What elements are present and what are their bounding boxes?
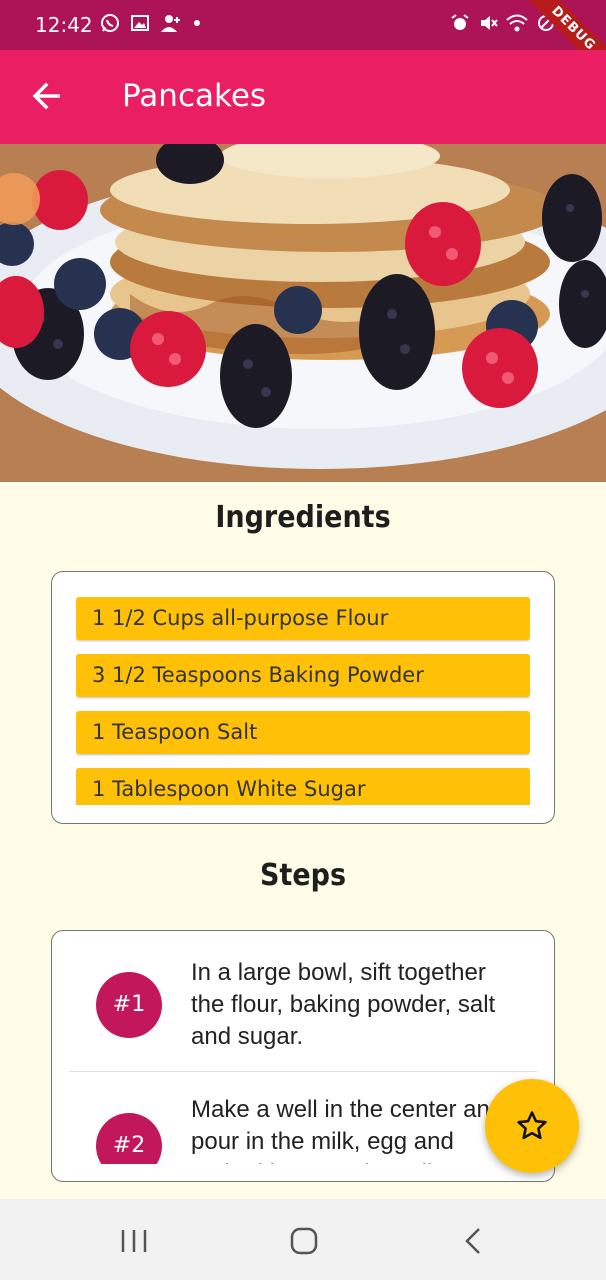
back-icon [465, 1228, 480, 1254]
status-bar: 12:42 [0, 0, 606, 50]
page-title: Pancakes [122, 78, 267, 114]
arrow-back-icon [32, 82, 60, 110]
step-item: #1 In a large bowl, sift together the fl… [52, 931, 554, 1071]
ingredient-item: 1 1/2 Cups all-purpose Flour [76, 597, 530, 640]
gallery-icon [131, 15, 149, 31]
system-nav-bar [0, 1199, 606, 1280]
status-icons-right [450, 13, 556, 33]
home-button[interactable] [284, 1221, 324, 1261]
steps-card: #1 In a large bowl, sift together the fl… [51, 930, 555, 1182]
ingredient-item: 1 Tablespoon White Sugar [76, 768, 530, 805]
recent-apps-button[interactable] [114, 1221, 154, 1261]
step-text: Make a well in the center and pour in th… [191, 1096, 504, 1164]
mute-icon [481, 16, 498, 30]
wifi-icon [506, 14, 528, 32]
favorite-button[interactable] [485, 1079, 579, 1173]
steps-title: Steps [259, 858, 347, 893]
ingredient-item: 3 1/2 Teaspoons Baking Powder [76, 654, 530, 697]
ingredient-list[interactable]: 1 1/2 Cups all-purpose Flour 3 1/2 Teasp… [76, 597, 530, 805]
ingredient-item: 1 Teaspoon Salt [76, 711, 530, 754]
recent-apps-icon [121, 1230, 147, 1252]
pancakes-hero-image [0, 144, 606, 482]
ingredients-card: 1 1/2 Cups all-purpose Flour 3 1/2 Teasp… [51, 571, 555, 824]
person-add-icon [161, 15, 180, 32]
ingredients-title: Ingredients [215, 500, 391, 535]
step-text: In a large bowl, sift together the flour… [191, 959, 496, 1050]
nav-back-button[interactable] [454, 1221, 494, 1261]
step-item: #2 Make a well in the center and pour in… [69, 1071, 537, 1164]
app-bar: Pancakes [0, 50, 606, 144]
whatsapp-icon [101, 14, 119, 32]
home-icon [290, 1227, 318, 1255]
status-icons-left [100, 13, 202, 33]
step-list[interactable]: #1 In a large bowl, sift together the fl… [52, 931, 554, 1164]
status-time: 12:42 [35, 13, 93, 37]
step-number-badge: #1 [96, 972, 162, 1038]
star-outline-icon [517, 1111, 547, 1140]
step-number-badge: #2 [96, 1113, 162, 1164]
dot-icon [194, 20, 200, 26]
back-button[interactable] [26, 74, 70, 118]
alarm-icon [451, 14, 469, 30]
